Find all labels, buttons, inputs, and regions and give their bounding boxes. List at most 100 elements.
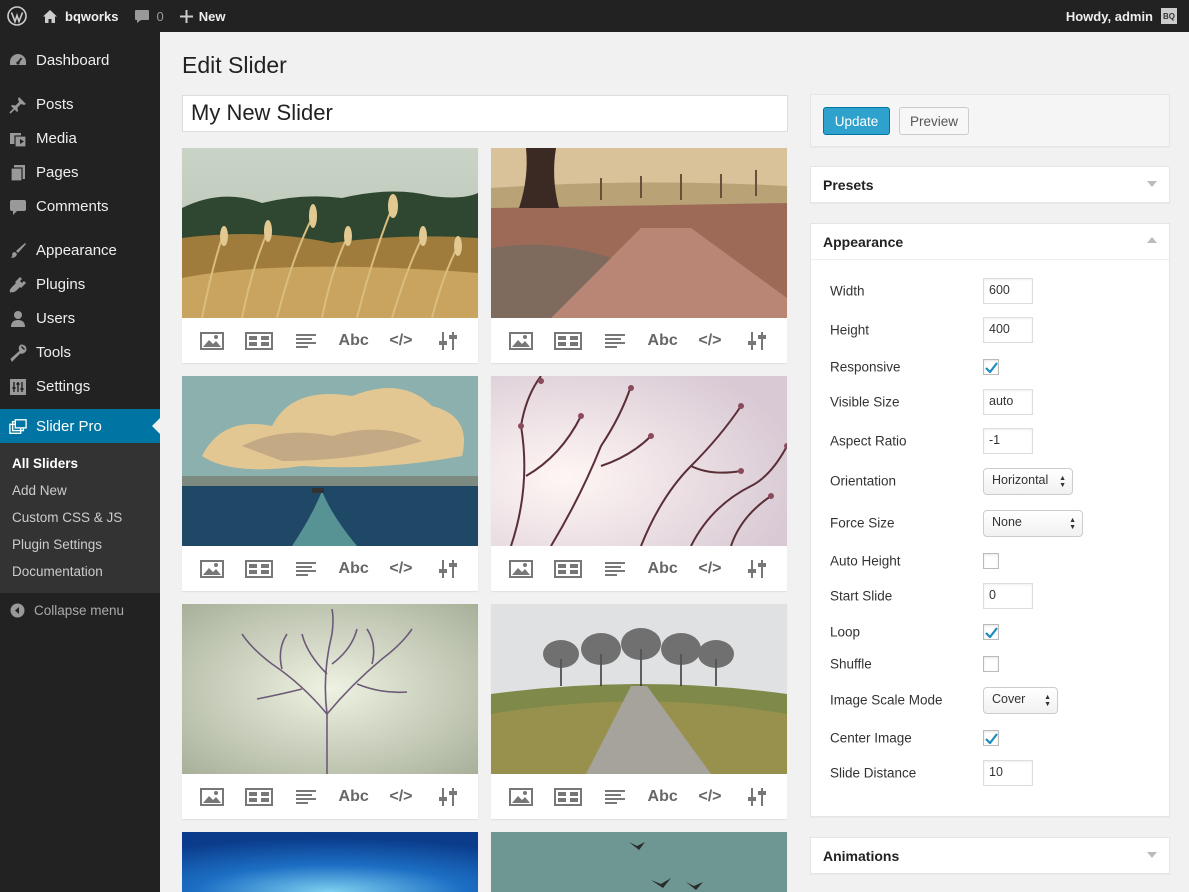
image-scale-mode-select[interactable]: Cover ▲ ▼ <box>983 687 1058 714</box>
html-tool[interactable]: </> <box>383 783 419 811</box>
sidebar-item-dashboard[interactable]: Dashboard <box>0 43 160 77</box>
sidebar-item-comments[interactable]: Comments <box>0 189 160 223</box>
expand-arrow-icon[interactable] <box>1147 852 1157 858</box>
text-align-icon[interactable] <box>597 783 633 811</box>
text-tool[interactable]: Abc <box>645 327 681 355</box>
image-icon[interactable] <box>194 327 230 355</box>
image-icon[interactable] <box>194 783 230 811</box>
text-tool[interactable]: Abc <box>336 783 372 811</box>
slide-card[interactable]: Abc </> <box>491 376 787 591</box>
sidebar-item-appearance[interactable]: Appearance <box>0 233 160 267</box>
sidebar-item-slider-pro[interactable]: Slider Pro <box>0 409 160 443</box>
slide-image[interactable] <box>182 832 478 892</box>
submenu-plugin-settings[interactable]: Plugin Settings <box>0 531 160 558</box>
slide-card[interactable]: Abc </> <box>182 376 478 591</box>
html-tool[interactable]: </> <box>692 555 728 583</box>
html-tool[interactable]: </> <box>383 555 419 583</box>
animations-header[interactable]: Animations <box>811 838 1169 874</box>
auto-height-checkbox[interactable] <box>983 553 999 569</box>
appearance-header[interactable]: Appearance <box>811 224 1169 260</box>
slide-image[interactable] <box>182 604 478 774</box>
sidebar-item-posts[interactable]: Posts <box>0 87 160 121</box>
layers-icon[interactable] <box>241 555 277 583</box>
option-shuffle: Shuffle <box>830 651 1160 677</box>
settings-sliders-icon[interactable] <box>430 555 466 583</box>
aspect-ratio-input[interactable]: -1 <box>983 428 1033 454</box>
height-input[interactable]: 400 <box>983 317 1033 343</box>
layers-icon[interactable] <box>241 783 277 811</box>
start-slide-input[interactable]: 0 <box>983 583 1033 609</box>
slide-card[interactable] <box>182 832 478 892</box>
settings-sliders-icon[interactable] <box>430 327 466 355</box>
expand-arrow-icon[interactable] <box>1147 181 1157 187</box>
sidebar-item-pages[interactable]: Pages <box>0 155 160 189</box>
text-align-icon[interactable] <box>597 555 633 583</box>
image-icon[interactable] <box>503 555 539 583</box>
submenu-custom-css-js[interactable]: Custom CSS & JS <box>0 504 160 531</box>
html-tool[interactable]: </> <box>692 327 728 355</box>
settings-sliders-icon[interactable] <box>739 783 775 811</box>
update-button[interactable]: Update <box>823 107 890 135</box>
slide-image[interactable] <box>182 148 478 318</box>
force-size-select[interactable]: None ▲ ▼ <box>983 510 1083 537</box>
orientation-select[interactable]: Horizontal ▲ ▼ <box>983 468 1073 495</box>
sidebar-item-plugins[interactable]: Plugins <box>0 267 160 301</box>
loop-checkbox[interactable] <box>983 624 999 640</box>
text-tool[interactable]: Abc <box>336 327 372 355</box>
sidebar-item-tools[interactable]: Tools <box>0 335 160 369</box>
image-icon[interactable] <box>503 327 539 355</box>
layers-icon[interactable] <box>550 327 586 355</box>
submenu-add-new[interactable]: Add New <box>0 477 160 504</box>
text-tool[interactable]: Abc <box>645 555 681 583</box>
width-input[interactable]: 600 <box>983 278 1033 304</box>
slider-name-input[interactable]: My New Slider <box>182 95 788 132</box>
wordpress-logo-icon[interactable] <box>0 0 34 32</box>
slide-image[interactable] <box>491 376 787 546</box>
layers-icon[interactable] <box>550 783 586 811</box>
my-account-link[interactable]: Howdy, admin BQ <box>1058 0 1185 32</box>
slide-image[interactable] <box>491 604 787 774</box>
sidebar-item-media[interactable]: Media <box>0 121 160 155</box>
text-align-icon[interactable] <box>288 327 324 355</box>
settings-sliders-icon[interactable] <box>430 783 466 811</box>
html-tool[interactable]: </> <box>692 783 728 811</box>
image-icon[interactable] <box>194 555 230 583</box>
slide-card[interactable]: Abc </> <box>182 604 478 819</box>
slide-card[interactable]: Abc </> <box>491 604 787 819</box>
text-align-icon[interactable] <box>597 327 633 355</box>
collapse-arrow-icon[interactable] <box>1147 237 1157 243</box>
layers-icon[interactable] <box>241 327 277 355</box>
site-name-link[interactable]: bqworks <box>34 0 126 32</box>
sidebar-item-users[interactable]: Users <box>0 301 160 335</box>
html-tool[interactable]: </> <box>383 327 419 355</box>
image-icon[interactable] <box>503 783 539 811</box>
center-image-checkbox[interactable] <box>983 730 999 746</box>
shuffle-checkbox[interactable] <box>983 656 999 672</box>
submenu-documentation[interactable]: Documentation <box>0 558 160 585</box>
slide-image[interactable] <box>491 148 787 318</box>
comments-link[interactable]: 0 <box>126 0 171 32</box>
preview-button[interactable]: Preview <box>899 107 969 135</box>
slide-card[interactable]: Abc </> <box>182 148 478 363</box>
settings-sliders-icon[interactable] <box>739 327 775 355</box>
slide-image[interactable] <box>491 832 787 892</box>
text-align-icon[interactable] <box>288 555 324 583</box>
collapse-menu-button[interactable]: Collapse menu <box>0 593 160 627</box>
slide-image[interactable] <box>182 376 478 546</box>
presets-header[interactable]: Presets <box>811 167 1169 203</box>
layers-icon[interactable] <box>550 555 586 583</box>
slide-distance-input[interactable]: 10 <box>983 760 1033 786</box>
sidebar-item-settings[interactable]: Settings <box>0 369 160 403</box>
submenu-all-sliders[interactable]: All Sliders <box>0 450 160 477</box>
text-tool[interactable]: Abc <box>336 555 372 583</box>
option-label: Force Size <box>830 515 895 531</box>
text-align-icon[interactable] <box>288 783 324 811</box>
panel-title: Presets <box>823 177 874 193</box>
slide-card[interactable]: Abc </> <box>491 148 787 363</box>
visible-size-input[interactable]: auto <box>983 389 1033 415</box>
slide-card[interactable] <box>491 832 787 892</box>
responsive-checkbox[interactable] <box>983 359 999 375</box>
text-tool[interactable]: Abc <box>645 783 681 811</box>
settings-sliders-icon[interactable] <box>739 555 775 583</box>
new-content-link[interactable]: New <box>172 0 234 32</box>
